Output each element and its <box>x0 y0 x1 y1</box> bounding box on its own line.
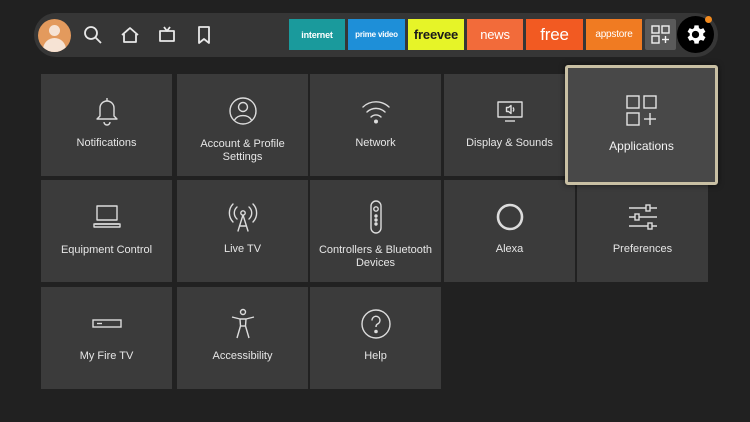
display-icon <box>493 94 527 128</box>
bookmark-icon[interactable] <box>193 24 215 46</box>
tile-label: Applications <box>609 139 674 153</box>
appstore-app-tile[interactable]: appstore <box>586 19 642 50</box>
user-icon <box>226 94 260 128</box>
tile-label: Controllers & Bluetooth Devices <box>318 244 433 269</box>
tile-label: Alexa <box>495 243 524 255</box>
tile-accessibility[interactable]: Accessibility <box>177 287 308 389</box>
prime-video-app-tile[interactable]: prime video <box>348 19 405 50</box>
news-app-label: news <box>480 27 510 42</box>
tile-live-tv[interactable]: Live TV <box>177 180 308 282</box>
appstore-app-label: appstore <box>595 29 633 40</box>
antenna-icon <box>226 200 260 234</box>
freevee-app-label: freevee <box>413 27 459 42</box>
gear-icon <box>687 25 706 44</box>
tile-network[interactable]: Network <box>310 74 441 176</box>
apps-icon <box>624 93 660 129</box>
internet-app-label: internet <box>301 29 333 40</box>
home-icon[interactable] <box>119 24 141 46</box>
tile-preferences[interactable]: Preferences <box>577 180 708 282</box>
tile-label: Equipment Control <box>60 244 153 256</box>
tile-label: Notifications <box>76 137 137 149</box>
accessibility-icon <box>226 307 260 341</box>
all-apps-button[interactable] <box>645 19 676 50</box>
free-app-tile[interactable]: free <box>526 19 583 50</box>
fire-tv-device-icon <box>90 307 124 341</box>
tile-label: Help <box>364 350 387 362</box>
tile-display-sounds[interactable]: Display & Sounds <box>444 74 575 176</box>
tile-account-profile-settings[interactable]: Account & Profile Settings <box>177 74 308 176</box>
tile-label: Live TV <box>223 243 262 255</box>
freevee-app-tile[interactable]: freevee <box>408 19 464 50</box>
remote-icon <box>359 200 393 234</box>
tile-label: Account & Profile Settings <box>200 138 285 163</box>
tile-label: Network <box>355 137 396 149</box>
tile-controllers-bluetooth-devices[interactable]: Controllers & Bluetooth Devices <box>310 180 441 282</box>
alexa-icon <box>493 200 527 234</box>
internet-app-tile[interactable]: internet <box>289 19 345 50</box>
prime-video-app-label: prime video <box>355 30 398 39</box>
avatar-shoulders <box>43 38 66 52</box>
free-app-label: free <box>540 24 569 44</box>
tile-notifications[interactable]: Notifications <box>41 74 172 176</box>
wifi-icon <box>359 94 393 128</box>
avatar-head <box>49 25 60 36</box>
tile-label: Display & Sounds <box>466 137 553 149</box>
tile-label: Preferences <box>612 243 673 255</box>
tile-equipment-control[interactable]: Equipment Control <box>41 180 172 282</box>
search-icon[interactable] <box>82 24 104 46</box>
tile-alexa[interactable]: Alexa <box>444 180 575 282</box>
tile-label: Accessibility <box>212 350 273 362</box>
apps-grid-icon <box>651 25 670 44</box>
live-tv-icon[interactable] <box>156 24 178 46</box>
tile-label: My Fire TV <box>79 350 134 362</box>
bell-icon <box>90 94 124 128</box>
top-navigation-bar: internet prime video freevee news free a… <box>34 13 718 57</box>
monitor-icon <box>90 200 124 234</box>
tile-help[interactable]: Help <box>310 287 441 389</box>
notification-dot <box>705 16 712 23</box>
news-app-tile[interactable]: news <box>467 19 523 50</box>
tile-applications[interactable]: Applications <box>565 65 718 185</box>
tile-my-fire-tv[interactable]: My Fire TV <box>41 287 172 389</box>
profile-avatar[interactable] <box>38 19 71 52</box>
sliders-icon <box>626 200 660 234</box>
help-icon <box>359 307 393 341</box>
